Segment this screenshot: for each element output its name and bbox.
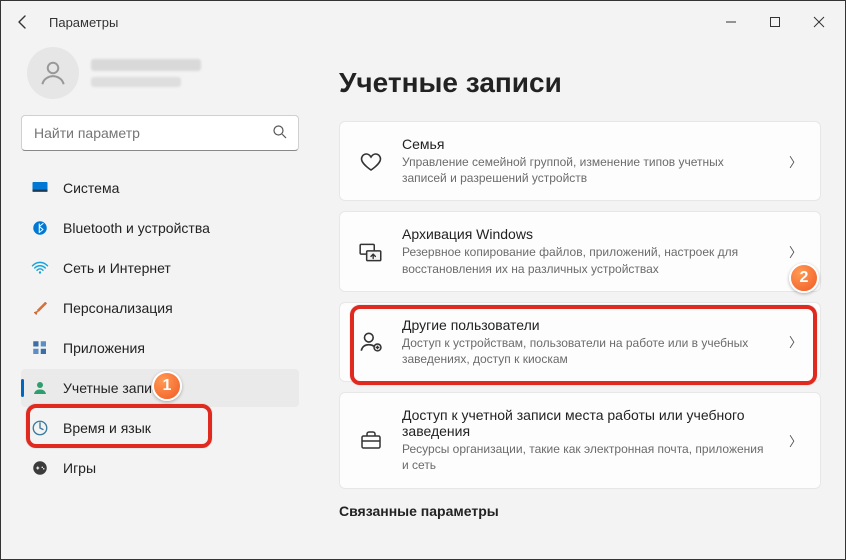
gamepad-icon <box>31 459 49 477</box>
apps-icon <box>31 339 49 357</box>
search-icon <box>271 123 289 146</box>
card-title: Доступ к учетной записи места работы или… <box>402 407 771 439</box>
sidebar-item-label: Приложения <box>63 340 145 356</box>
titlebar: Параметры <box>1 1 845 43</box>
back-button[interactable] <box>5 4 41 40</box>
related-settings-header: Связанные параметры <box>339 503 821 519</box>
card-desc: Ресурсы организации, такие как электронн… <box>402 441 771 473</box>
display-icon <box>31 179 49 197</box>
card-desc: Управление семейной группой, изменение т… <box>402 154 771 186</box>
sidebar-item-label: Bluetooth и устройства <box>63 220 210 236</box>
sidebar: Система Bluetooth и устройства Сеть и Ин… <box>1 43 311 559</box>
card-desc: Доступ к устройствам, пользователи на ра… <box>402 335 771 367</box>
chevron-right-icon: 〉 <box>789 332 802 351</box>
sidebar-item-label: Время и язык <box>63 420 151 436</box>
chevron-right-icon: 〉 <box>789 242 802 261</box>
sidebar-item-label: Игры <box>63 460 96 476</box>
search-input[interactable] <box>21 115 299 151</box>
sidebar-item-bluetooth[interactable]: Bluetooth и устройства <box>21 209 299 247</box>
close-button[interactable] <box>797 6 841 38</box>
profile-name-blurred <box>91 59 201 71</box>
backup-icon <box>358 239 384 265</box>
briefcase-icon <box>358 427 384 453</box>
card-desc: Резервное копирование файлов, приложений… <box>402 244 771 276</box>
card-title: Архивация Windows <box>402 226 771 242</box>
sidebar-item-personalization[interactable]: Персонализация <box>21 289 299 327</box>
window-controls <box>709 6 841 38</box>
brush-icon <box>31 299 49 317</box>
profile-email-blurred <box>91 77 181 87</box>
sidebar-item-label: Учетные записи <box>63 380 167 396</box>
card-work-school-access[interactable]: Доступ к учетной записи места работы или… <box>339 392 821 488</box>
main-panel: Учетные записи Семья Управление семейной… <box>311 43 845 559</box>
app-title: Параметры <box>49 15 118 30</box>
arrow-left-icon <box>15 14 31 30</box>
page-title: Учетные записи <box>339 67 821 99</box>
bluetooth-icon <box>31 219 49 237</box>
card-title: Другие пользователи <box>402 317 771 333</box>
card-title: Семья <box>402 136 771 152</box>
card-other-users[interactable]: Другие пользователи Доступ к устройствам… <box>339 302 821 382</box>
search-box <box>21 115 299 151</box>
sidebar-item-system[interactable]: Система <box>21 169 299 207</box>
profile-text <box>91 59 201 87</box>
account-icon <box>31 379 49 397</box>
other-users-icon <box>358 329 384 355</box>
sidebar-item-label: Система <box>63 180 119 196</box>
sidebar-item-label: Персонализация <box>63 300 173 316</box>
sidebar-item-apps[interactable]: Приложения <box>21 329 299 367</box>
card-windows-backup[interactable]: Архивация Windows Резервное копирование … <box>339 211 821 291</box>
chevron-right-icon: 〉 <box>789 431 802 450</box>
person-icon <box>38 58 68 88</box>
maximize-button[interactable] <box>753 6 797 38</box>
minimize-icon <box>725 16 737 28</box>
clock-globe-icon <box>31 419 49 437</box>
sidebar-item-accounts[interactable]: Учетные записи <box>21 369 299 407</box>
avatar <box>27 47 79 99</box>
minimize-button[interactable] <box>709 6 753 38</box>
sidebar-item-gaming[interactable]: Игры <box>21 449 299 487</box>
sidebar-item-network[interactable]: Сеть и Интернет <box>21 249 299 287</box>
sidebar-item-time-language[interactable]: Время и язык <box>21 409 299 447</box>
chevron-right-icon: 〉 <box>789 152 802 171</box>
wifi-icon <box>31 259 49 277</box>
maximize-icon <box>769 16 781 28</box>
card-family[interactable]: Семья Управление семейной группой, измен… <box>339 121 821 201</box>
profile-block[interactable] <box>21 43 299 115</box>
sidebar-item-label: Сеть и Интернет <box>63 260 171 276</box>
close-icon <box>813 16 825 28</box>
family-icon <box>358 148 384 174</box>
